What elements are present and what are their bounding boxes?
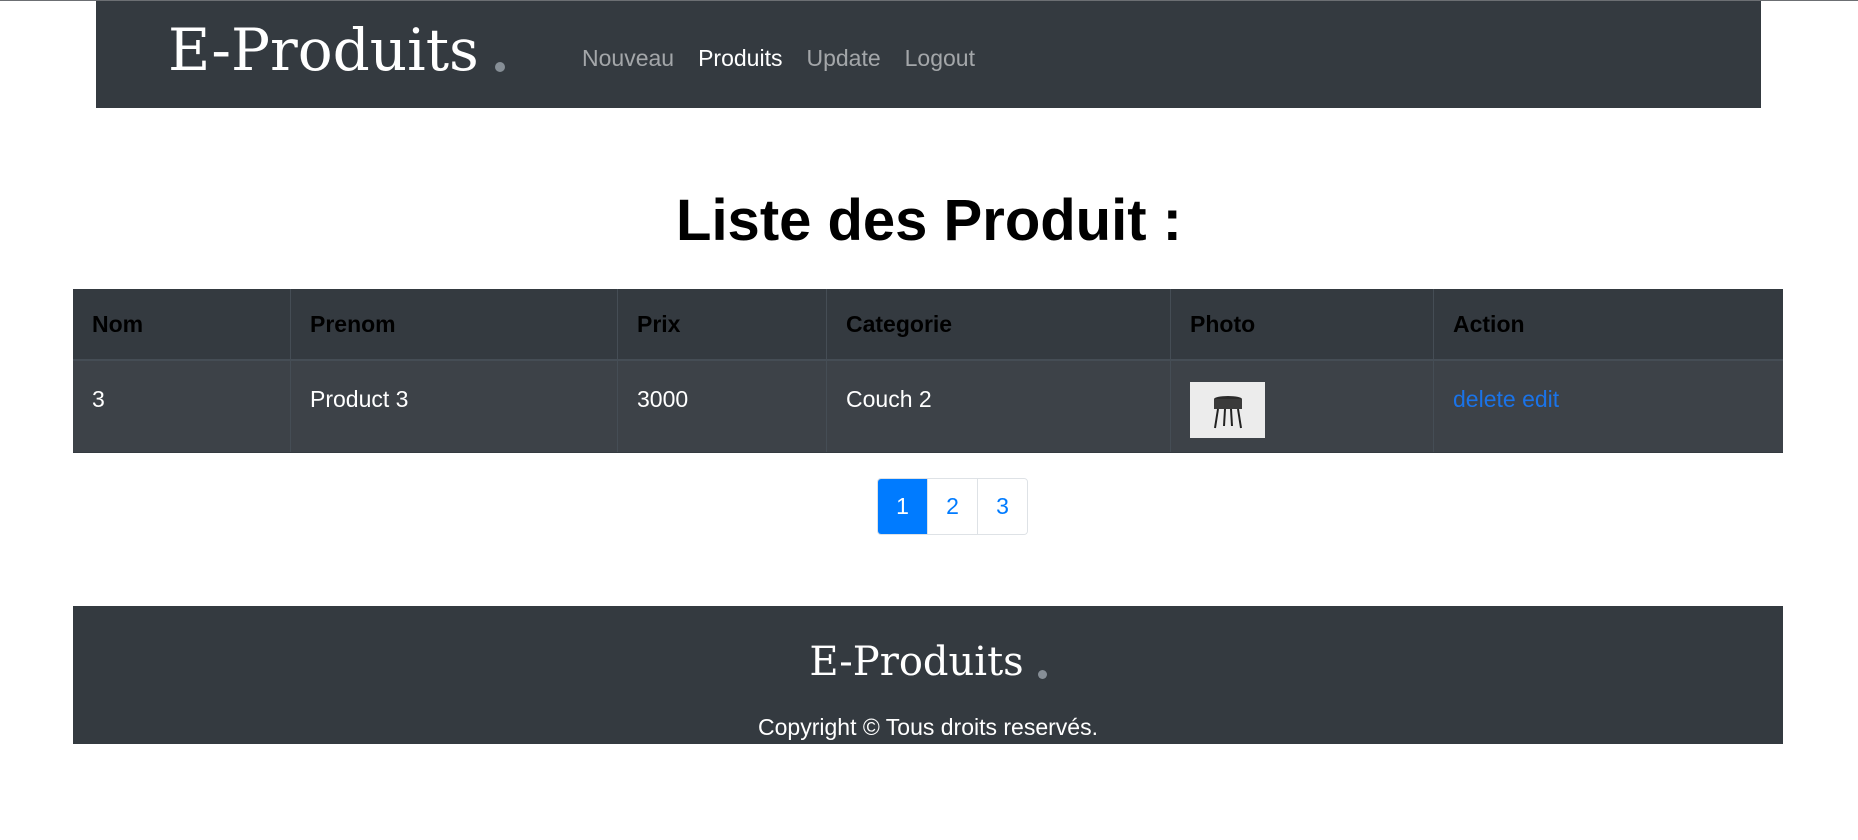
page-button-3[interactable]: 3 — [977, 479, 1027, 534]
pagination: 1 2 3 — [877, 478, 1028, 535]
edit-link[interactable]: edit — [1522, 386, 1559, 412]
cell-prenom: Product 3 — [290, 360, 618, 452]
column-header-action: Action — [1433, 289, 1783, 361]
nav-link-update[interactable]: Update — [794, 41, 892, 75]
footer-brand-text: E-Produits — [809, 639, 1024, 685]
nav-link-logout[interactable]: Logout — [893, 41, 987, 75]
cell-photo — [1170, 360, 1434, 452]
page-title: Liste des Produit : — [676, 188, 1182, 253]
page-button-2[interactable]: 2 — [927, 479, 977, 534]
navbar: E-Produits Nouveau Produits Update Logou… — [96, 1, 1761, 108]
footer: E-Produits Copyright © Tous droits reser… — [73, 606, 1783, 744]
cell-prix: 3000 — [617, 360, 827, 452]
footer-brand-dot-icon — [1037, 670, 1047, 679]
column-header-photo: Photo — [1170, 289, 1434, 361]
column-header-categorie: Categorie — [826, 289, 1171, 361]
table-row: 3 Product 3 3000 Couch 2 delete edit — [73, 360, 1783, 452]
side-table-icon — [1190, 382, 1265, 438]
column-header-prix: Prix — [617, 289, 827, 361]
footer-brand: E-Produits — [73, 638, 1783, 686]
products-table: Nom Prenom Prix Categorie Photo Action 3… — [73, 289, 1783, 453]
brand-logo[interactable]: E-Produits — [168, 15, 505, 85]
brand-text: E-Produits — [168, 16, 479, 84]
delete-link[interactable]: delete — [1453, 386, 1516, 412]
column-header-prenom: Prenom — [290, 289, 618, 361]
column-header-nom: Nom — [73, 289, 291, 361]
cell-categorie: Couch 2 — [826, 360, 1171, 452]
nav-link-nouveau[interactable]: Nouveau — [570, 41, 686, 75]
page-button-1[interactable]: 1 — [878, 479, 927, 534]
cell-nom: 3 — [73, 360, 291, 452]
brand-dot-icon — [494, 62, 505, 72]
cell-action: delete edit — [1433, 360, 1783, 452]
footer-copyright: Copyright © Tous droits reservés. — [758, 714, 1098, 740]
product-photo — [1190, 382, 1265, 438]
nav-menu: Nouveau Produits Update Logout — [570, 41, 987, 75]
nav-link-produits[interactable]: Produits — [686, 41, 794, 75]
table-header-row: Nom Prenom Prix Categorie Photo Action — [73, 289, 1783, 361]
